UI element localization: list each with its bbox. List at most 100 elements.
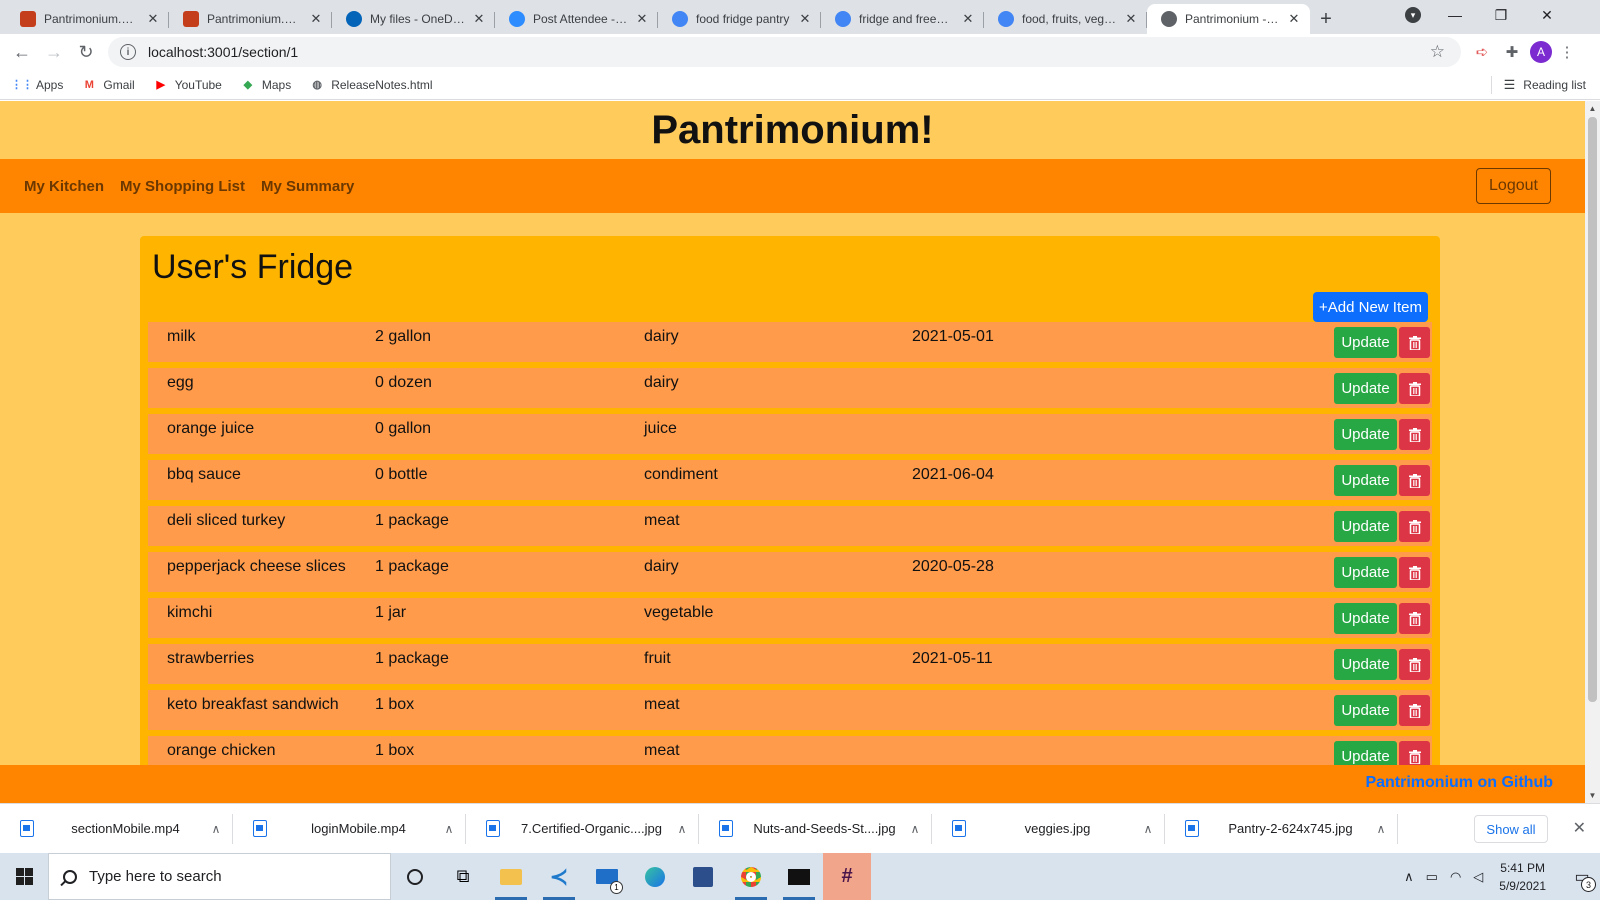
chevron-up-icon[interactable]: ∧	[665, 822, 699, 836]
chevron-up-icon[interactable]: ∧	[898, 822, 932, 836]
delete-button[interactable]	[1399, 557, 1430, 588]
delete-button[interactable]	[1399, 419, 1430, 450]
nav-my-summary[interactable]: My Summary	[261, 178, 354, 195]
browser-menu-icon[interactable]: ⋮	[1555, 40, 1579, 64]
battery-icon[interactable]: ▭	[1426, 869, 1438, 885]
nav-my-shopping-list[interactable]: My Shopping List	[120, 178, 245, 195]
browser-tab[interactable]: food, fruits, veggie ✕	[984, 4, 1147, 34]
file-explorer-icon[interactable]	[487, 853, 535, 900]
browser-tab[interactable]: food fridge pantry ✕	[658, 4, 821, 34]
forward-icon[interactable]: →	[38, 36, 70, 68]
new-tab-button[interactable]: +	[1310, 4, 1342, 34]
add-new-item-button[interactable]: +Add New Item	[1313, 292, 1428, 322]
notification-icon[interactable]: ▭ 3	[1564, 853, 1600, 900]
bookmark-star-icon[interactable]: ☆	[1430, 42, 1445, 62]
terminal-icon[interactable]	[775, 853, 823, 900]
download-item[interactable]: loginMobile.mp4 ∧	[233, 804, 466, 854]
site-info-icon[interactable]: i	[120, 44, 136, 60]
delete-button[interactable]	[1399, 373, 1430, 404]
close-icon[interactable]: ✕	[797, 11, 813, 27]
close-icon[interactable]: ✕	[471, 11, 487, 27]
tab-title: Pantrimonium.pptx	[207, 12, 302, 26]
browser-tab[interactable]: My files - OneDrive ✕	[332, 4, 495, 34]
reload-icon[interactable]: ↻	[70, 36, 102, 68]
download-item[interactable]: Pantry-2-624x745.jpg ∧	[1165, 804, 1398, 854]
tab-search-button[interactable]: ▾	[1390, 0, 1436, 30]
browser-tab[interactable]: Pantrimonium - Ho ✕	[1147, 4, 1310, 34]
delete-button[interactable]	[1399, 511, 1430, 542]
close-icon[interactable]: ✕	[1286, 11, 1302, 27]
chevron-up-icon[interactable]: ∧	[1404, 869, 1414, 885]
bookmark-item[interactable]: M Gmail	[81, 77, 135, 93]
start-button[interactable]	[0, 853, 48, 900]
chevron-up-icon[interactable]: ∧	[432, 822, 466, 836]
nav-my-kitchen[interactable]: My Kitchen	[24, 178, 104, 195]
browser-tab[interactable]: Pantrimonium.pptx ✕	[6, 4, 169, 34]
delete-button[interactable]	[1399, 695, 1430, 726]
slack-icon[interactable]: #	[823, 853, 871, 900]
show-all-button[interactable]: Show all	[1474, 815, 1548, 843]
bookmark-item[interactable]: ⋮⋮ Apps	[11, 77, 63, 93]
update-button[interactable]: Update	[1334, 649, 1397, 680]
item-date: 2021-05-11	[912, 650, 993, 667]
download-item[interactable]: sectionMobile.mp4 ∧	[0, 804, 233, 854]
download-item[interactable]: Nuts-and-Seeds-St....jpg ∧	[699, 804, 932, 854]
download-item[interactable]: 7.Certified-Organic....jpg ∧	[466, 804, 699, 854]
close-icon[interactable]: ✕	[308, 11, 324, 27]
back-icon[interactable]: ←	[6, 36, 38, 68]
reading-list-button[interactable]: ☰ Reading list	[1490, 70, 1586, 100]
chevron-up-icon[interactable]: ∧	[1364, 822, 1398, 836]
update-button[interactable]: Update	[1334, 373, 1397, 404]
update-button[interactable]: Update	[1334, 465, 1397, 496]
scrollbar-thumb[interactable]	[1588, 117, 1597, 702]
task-view-icon[interactable]: ⧉	[439, 853, 487, 900]
vscode-icon[interactable]: ≺	[535, 853, 583, 900]
close-icon[interactable]: ✕	[960, 11, 976, 27]
close-icon[interactable]: ✕	[1123, 11, 1139, 27]
browser-tab[interactable]: fridge and freezer s ✕	[821, 4, 984, 34]
minimize-button[interactable]: —	[1432, 0, 1478, 30]
visual-studio-icon[interactable]	[679, 853, 727, 900]
download-item[interactable]: veggies.jpg ∧	[932, 804, 1165, 854]
chevron-up-icon[interactable]: ∧	[1131, 822, 1165, 836]
update-button[interactable]: Update	[1334, 695, 1397, 726]
delete-button[interactable]	[1399, 327, 1430, 358]
update-button[interactable]: Update	[1334, 419, 1397, 450]
browser-tab[interactable]: Pantrimonium.pptx ✕	[169, 4, 332, 34]
close-window-button[interactable]: ✕	[1524, 0, 1570, 30]
wifi-icon[interactable]: ◠	[1450, 869, 1461, 885]
clock[interactable]: 5:41 PM 5/9/2021	[1499, 859, 1546, 895]
update-button[interactable]: Update	[1334, 327, 1397, 358]
bookmark-item[interactable]: ◍ ReleaseNotes.html	[309, 77, 432, 93]
delete-button[interactable]	[1399, 603, 1430, 634]
scroll-up-icon[interactable]: ▲	[1585, 101, 1600, 116]
browser-tab[interactable]: Post Attendee - Zo ✕	[495, 4, 658, 34]
volume-icon[interactable]: ◁	[1473, 869, 1483, 885]
cortana-icon[interactable]	[391, 853, 439, 900]
mail-icon[interactable]: 1	[583, 853, 631, 900]
delete-button[interactable]	[1399, 465, 1430, 496]
close-icon[interactable]: ✕	[1573, 818, 1586, 838]
github-link[interactable]: Pantrimonium on Github	[1365, 774, 1553, 792]
bookmark-item[interactable]: ◆ Maps	[240, 77, 292, 93]
logout-button[interactable]: Logout	[1476, 168, 1551, 204]
scroll-down-icon[interactable]: ▼	[1585, 788, 1600, 803]
extensions-puzzle-icon[interactable]: ✚	[1500, 40, 1524, 64]
address-bar[interactable]: i localhost:3001/section/1 ☆	[108, 37, 1461, 67]
restore-button[interactable]: ❐	[1478, 0, 1524, 30]
update-button[interactable]: Update	[1334, 557, 1397, 588]
update-button[interactable]: Update	[1334, 603, 1397, 634]
update-button[interactable]: Update	[1334, 511, 1397, 542]
close-icon[interactable]: ✕	[634, 11, 650, 27]
close-icon[interactable]: ✕	[145, 11, 161, 27]
chevron-up-icon[interactable]: ∧	[199, 822, 233, 836]
item-name: bbq sauce	[167, 466, 241, 483]
delete-button[interactable]	[1399, 649, 1430, 680]
profile-avatar[interactable]: A	[1529, 40, 1553, 64]
extension-icon[interactable]: ➪	[1470, 40, 1494, 64]
chrome-icon[interactable]	[727, 853, 775, 900]
taskbar-search[interactable]: Type here to search	[48, 853, 391, 900]
bookmark-item[interactable]: ▶ YouTube	[153, 77, 221, 93]
edge-icon[interactable]	[631, 853, 679, 900]
page-scrollbar[interactable]: ▲ ▼	[1585, 101, 1600, 803]
